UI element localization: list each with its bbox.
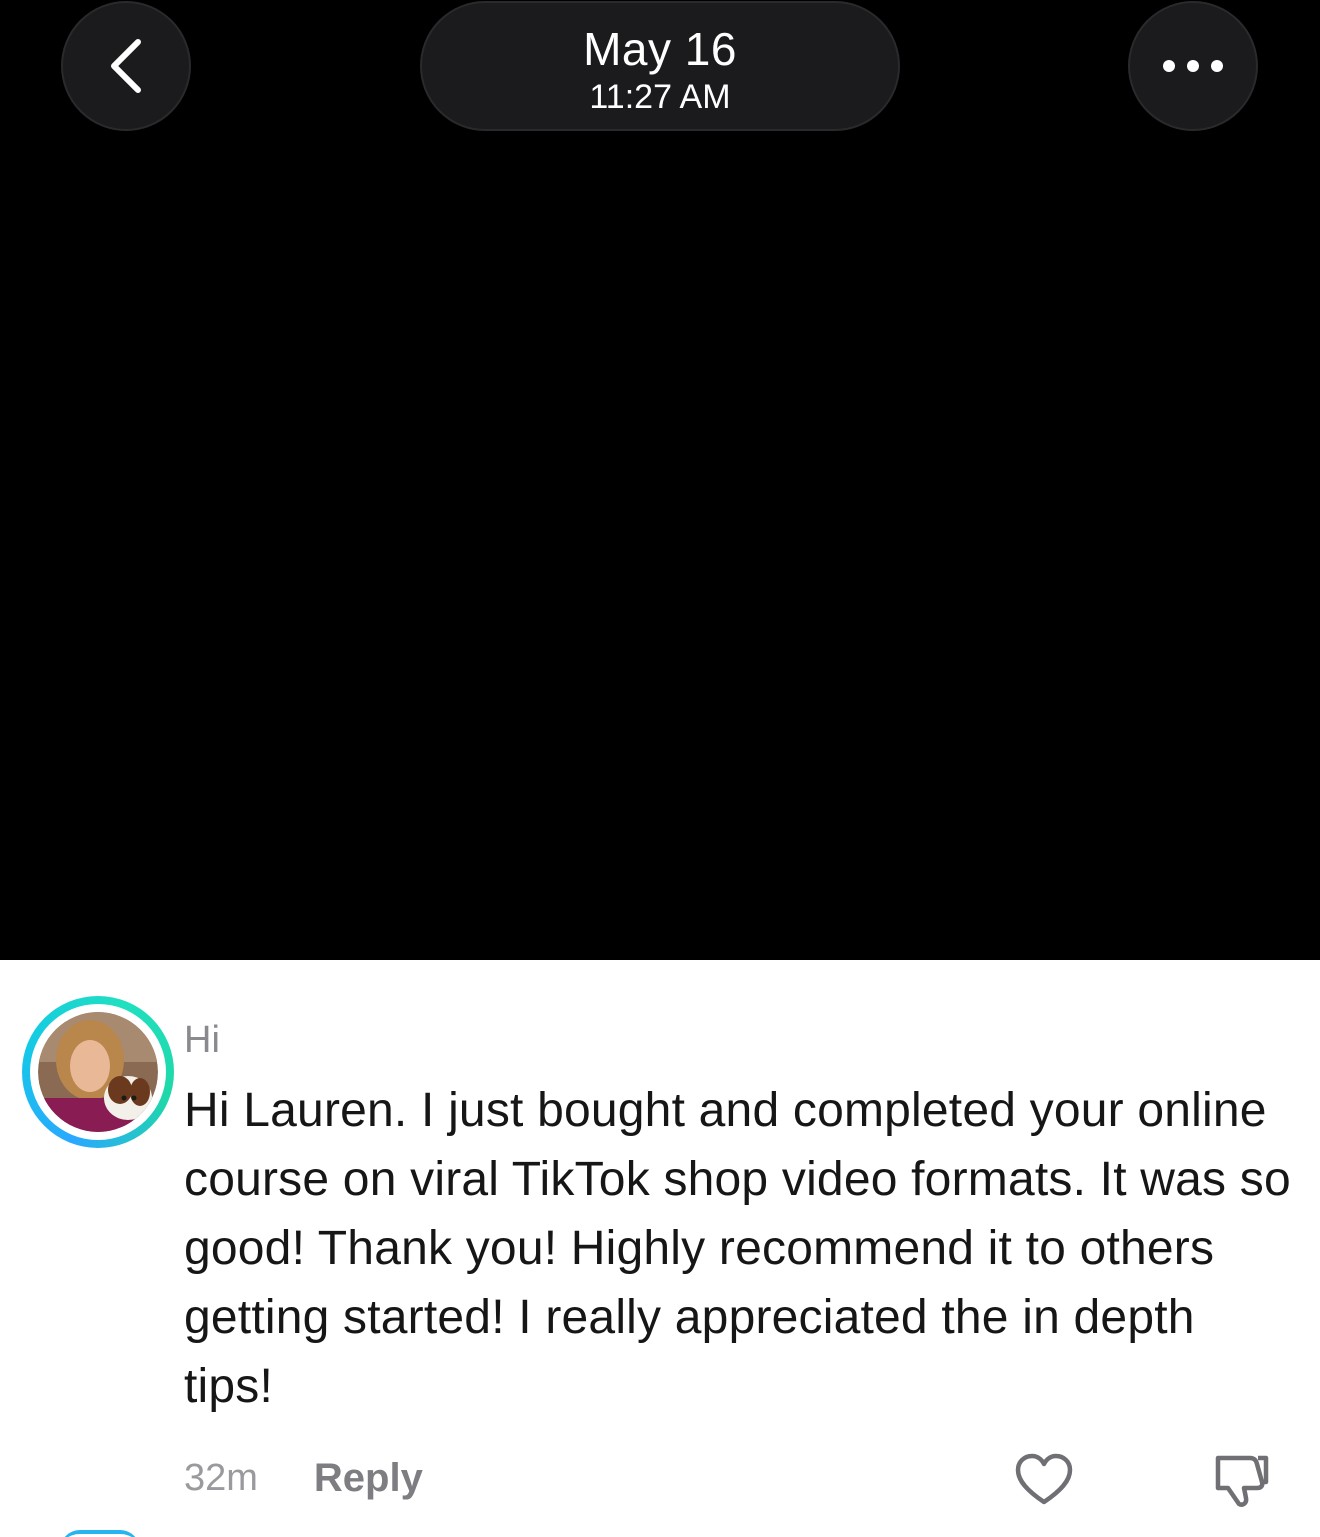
date-label: May 16 bbox=[583, 23, 737, 75]
thumbs-down-icon bbox=[1215, 1455, 1269, 1507]
dot bbox=[1187, 60, 1199, 72]
comment-item: Hi Hi Lauren. I just bought and complete… bbox=[0, 960, 1320, 1537]
media-viewer: May 16 11:27 AM bbox=[0, 0, 1320, 960]
comment-username[interactable]: Hi bbox=[184, 1018, 220, 1062]
like-button[interactable] bbox=[1014, 1452, 1074, 1508]
avatar-story-ring[interactable] bbox=[22, 996, 174, 1148]
dot bbox=[1163, 60, 1175, 72]
next-comment-avatar-peek bbox=[60, 1530, 140, 1537]
dot bbox=[1211, 60, 1223, 72]
avatar bbox=[38, 1012, 158, 1132]
dislike-button[interactable] bbox=[1210, 1450, 1272, 1510]
heart-icon bbox=[1015, 1453, 1073, 1505]
reply-button[interactable]: Reply bbox=[314, 1456, 423, 1501]
comment-body: Hi Lauren. I just bought and completed y… bbox=[184, 1084, 1291, 1413]
more-options-button[interactable] bbox=[1128, 1, 1258, 131]
avatar-ring-gap bbox=[30, 1004, 166, 1140]
date-time-pill: May 16 11:27 AM bbox=[420, 1, 900, 131]
comment-meta-row: 32m Reply bbox=[184, 1450, 423, 1506]
ellipsis-icon bbox=[1163, 60, 1223, 72]
screen: May 16 11:27 AM Hi Hi Lauren. I just bou… bbox=[0, 0, 1320, 1537]
comment-age: 32m bbox=[184, 1456, 258, 1499]
time-label: 11:27 AM bbox=[589, 78, 731, 116]
chevron-left-icon bbox=[111, 39, 141, 93]
back-button[interactable] bbox=[61, 1, 191, 131]
